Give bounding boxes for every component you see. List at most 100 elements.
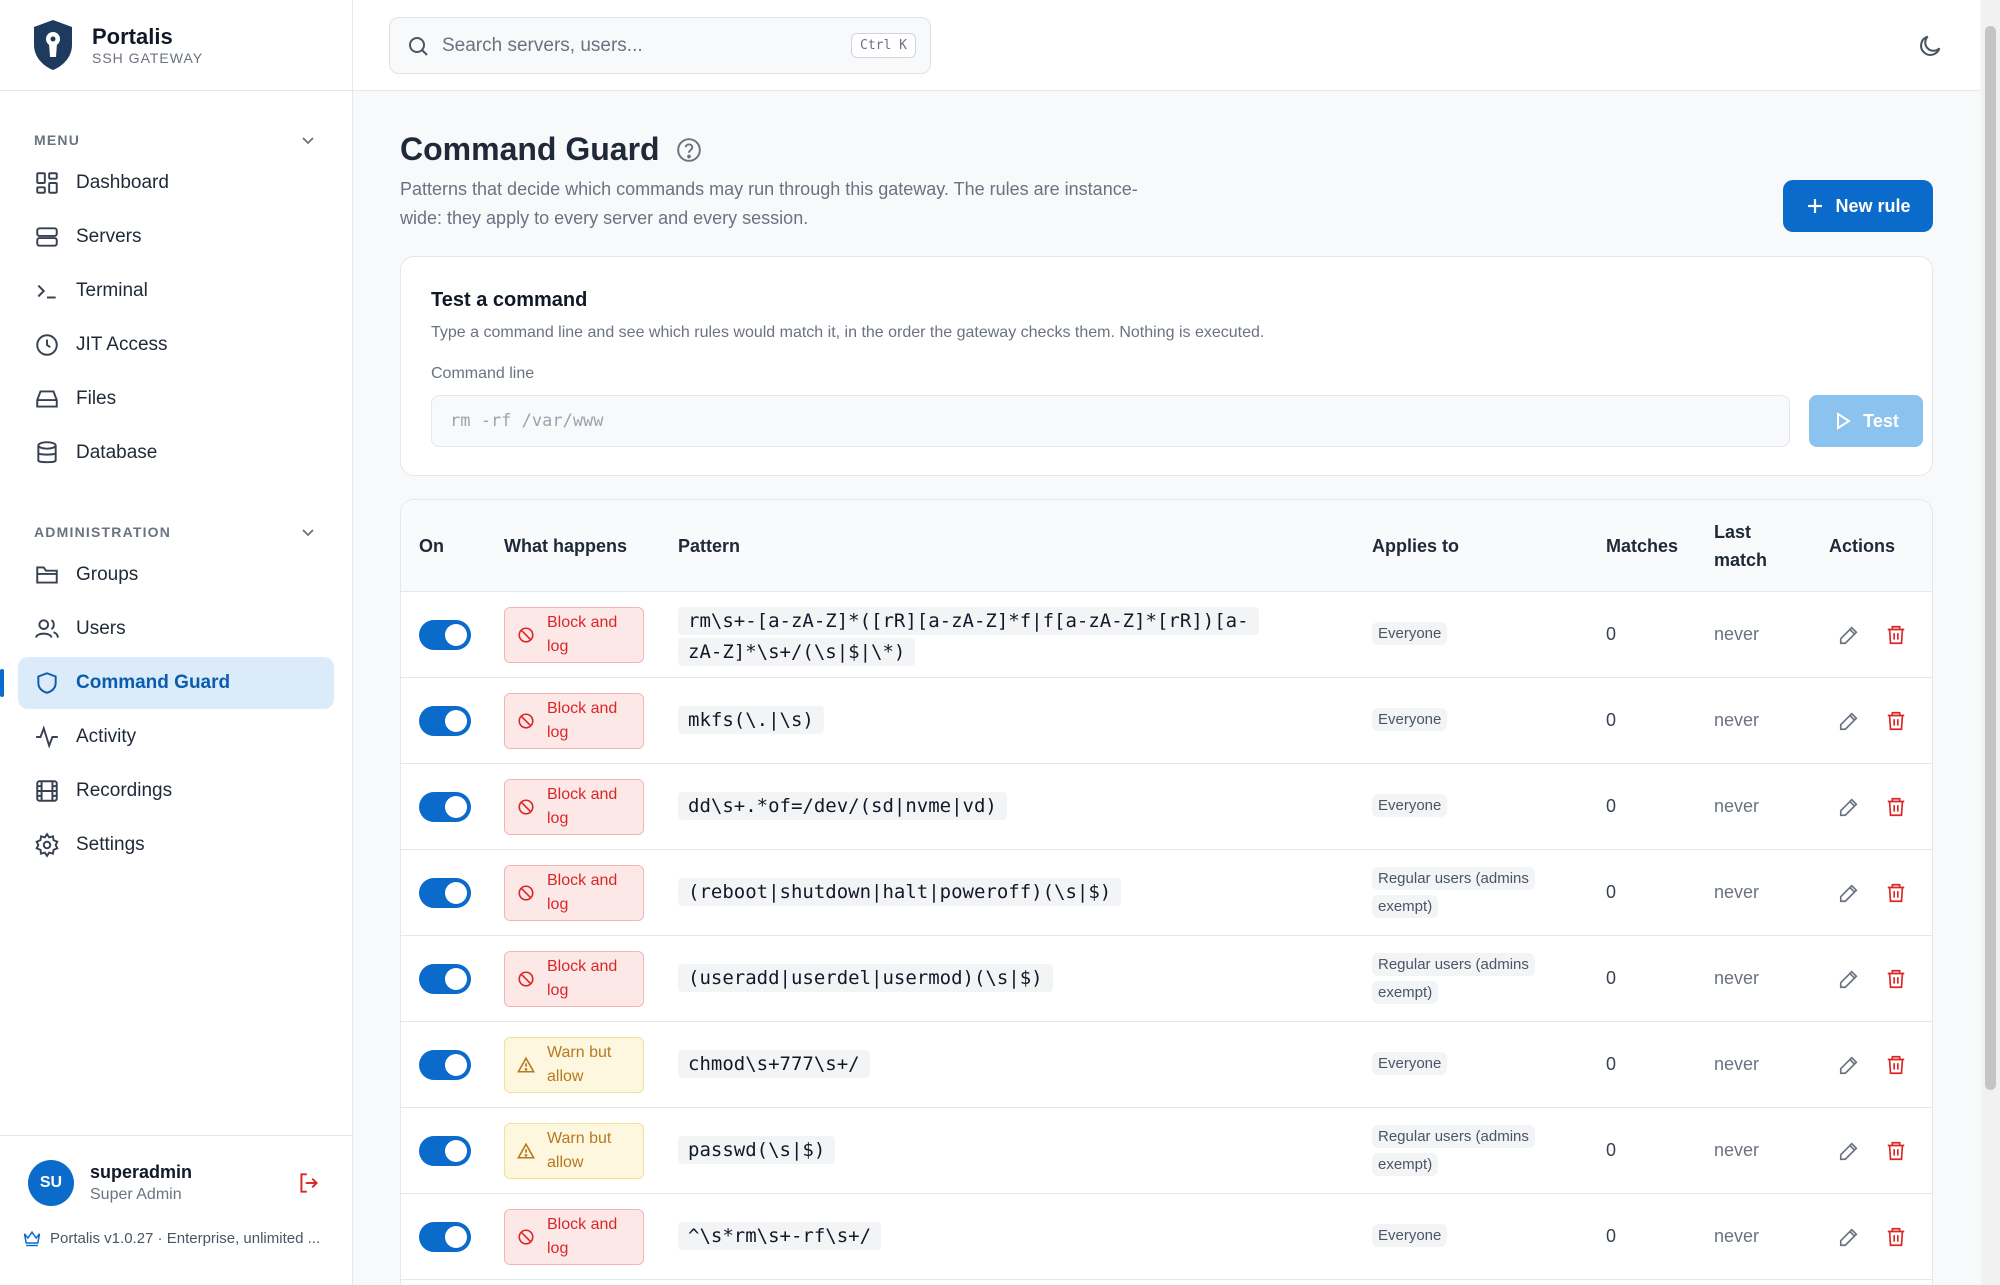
pattern-code: ^\s*rm\s+-rf\s+/: [678, 1222, 882, 1250]
sidebar-item-label: Users: [76, 618, 126, 639]
sidebar-item-jit-access[interactable]: JIT Access: [18, 319, 334, 371]
sidebar-item-servers[interactable]: Servers: [18, 211, 334, 263]
search-input[interactable]: [442, 34, 852, 57]
admin-section-toggle[interactable]: ADMINISTRATION: [0, 517, 352, 547]
trash-icon[interactable]: [1885, 1226, 1907, 1248]
search-shortcut: Ctrl K: [851, 33, 916, 58]
rule-pattern: dd\s+.*of=/dev/(sd|nvme|vd): [678, 791, 1268, 822]
menu-section-toggle[interactable]: MENU: [0, 125, 352, 155]
table-row: Block and log (reboot|shutdown|halt|power…: [401, 850, 1932, 936]
column-header-pattern[interactable]: Pattern: [678, 532, 740, 560]
action-badge: Block and log: [504, 693, 644, 749]
trash-icon[interactable]: [1885, 968, 1907, 990]
pattern-code: (reboot|shutdown|halt|poweroff)(\s|$): [678, 878, 1122, 906]
action-badge: Warn but allow: [504, 1123, 644, 1179]
new-rule-button[interactable]: New rule: [1783, 180, 1933, 232]
rule-enabled-toggle[interactable]: [419, 620, 471, 650]
sidebar-item-settings[interactable]: Settings: [18, 819, 334, 871]
rule-enabled-toggle[interactable]: [419, 1050, 471, 1080]
applies-to-label: Everyone: [1372, 622, 1448, 645]
rule-enabled-toggle[interactable]: [419, 964, 471, 994]
pattern-code: mkfs(\.|\s): [678, 706, 824, 734]
action-badge-label: Block and log: [547, 958, 618, 999]
trash-icon[interactable]: [1885, 1140, 1907, 1162]
test-button[interactable]: Test: [1809, 395, 1923, 447]
test-command-card: Test a command Type a command line and s…: [400, 256, 1933, 476]
sidebar-item-recordings[interactable]: Recordings: [18, 765, 334, 817]
rule-enabled-toggle[interactable]: [419, 1136, 471, 1166]
search-box[interactable]: Ctrl K: [389, 17, 931, 74]
edit-icon[interactable]: [1838, 882, 1860, 904]
match-count: 0: [1606, 1226, 1617, 1246]
trash-icon[interactable]: [1885, 882, 1907, 904]
menu-section-title: MENU: [34, 132, 81, 148]
sidebar-item-dashboard[interactable]: Dashboard: [18, 157, 334, 209]
applies-to-badge: Regular users (admins exempt): [1372, 1123, 1572, 1179]
database-icon: [37, 441, 57, 464]
applies-to-badge: Everyone: [1372, 1222, 1572, 1250]
match-count: 0: [1606, 710, 1617, 730]
brand[interactable]: Portalis SSH GATEWAY: [0, 0, 352, 91]
edit-icon[interactable]: [1838, 1226, 1860, 1248]
action-badge-label: Block and log: [547, 614, 618, 655]
column-header-action[interactable]: What happens: [504, 532, 627, 560]
rule-enabled-toggle[interactable]: [419, 878, 471, 908]
sidebar-item-label: Dashboard: [76, 172, 169, 193]
last-match: never: [1714, 710, 1760, 730]
edit-icon[interactable]: [1838, 968, 1860, 990]
last-match: never: [1714, 796, 1760, 816]
sidebar-item-database[interactable]: Database: [18, 427, 334, 479]
rule-enabled-toggle[interactable]: [419, 1222, 471, 1252]
column-header-last-match[interactable]: Last match: [1714, 518, 1784, 574]
warning-icon: [517, 1056, 535, 1073]
action-badge: Block and log: [504, 607, 644, 663]
rule-enabled-toggle[interactable]: [419, 706, 471, 736]
trash-icon[interactable]: [1885, 710, 1907, 732]
test-command-title: Test a command: [431, 289, 588, 311]
block-icon: [518, 1229, 534, 1245]
sidebar-item-command-guard[interactable]: Command Guard: [0, 657, 334, 709]
admin-nav: Groups Users Command Guard Activity Reco…: [0, 549, 352, 871]
edit-icon[interactable]: [1838, 1140, 1860, 1162]
pattern-code: rm\s+-[a-zA-Z]*([rR][a-zA-Z]*f|f[a-zA-Z]…: [678, 607, 1259, 666]
test-button-label: Test: [1863, 410, 1899, 431]
sidebar-item-users[interactable]: Users: [18, 603, 334, 655]
brand-subtitle: SSH GATEWAY: [92, 50, 204, 66]
trash-icon[interactable]: [1885, 624, 1907, 646]
column-header-matches[interactable]: Matches: [1606, 532, 1678, 560]
action-badge: Block and log: [504, 779, 644, 835]
avatar[interactable]: SU: [28, 1160, 74, 1206]
last-match: never: [1714, 1140, 1760, 1160]
edit-icon[interactable]: [1838, 624, 1860, 646]
help-icon[interactable]: [676, 137, 702, 163]
moon-icon[interactable]: [1916, 32, 1944, 60]
last-match: never: [1714, 1226, 1760, 1246]
edit-icon[interactable]: [1838, 796, 1860, 818]
sidebar-item-terminal[interactable]: Terminal: [18, 265, 334, 317]
scrollbar-thumb[interactable]: [1985, 26, 1996, 1090]
sidebar-item-files[interactable]: Files: [18, 373, 334, 425]
applies-to-badge: Regular users (admins exempt): [1372, 951, 1572, 1007]
sidebar-item-activity[interactable]: Activity: [18, 711, 334, 763]
chevron-down-icon: [302, 137, 314, 145]
action-badge-label: Block and log: [547, 700, 618, 741]
sidebar: Portalis SSH GATEWAY MENU Dashboard Serv…: [0, 0, 353, 1285]
trash-icon[interactable]: [1885, 1054, 1907, 1076]
edit-icon[interactable]: [1838, 710, 1860, 732]
logout-icon[interactable]: [296, 1170, 322, 1196]
scrollbar[interactable]: [1981, 0, 2000, 1285]
action-badge-label: Block and log: [547, 1216, 618, 1257]
edit-icon[interactable]: [1838, 1054, 1860, 1076]
applies-to-label: Regular users (admins exempt): [1372, 953, 1535, 1004]
trash-icon[interactable]: [1885, 796, 1907, 818]
table-row: Block and log dd\s+.*of=/dev/(sd|nvme|vd)…: [401, 764, 1932, 850]
server-icon: [36, 227, 58, 247]
column-header-applies[interactable]: Applies to: [1372, 532, 1459, 560]
command-line-input[interactable]: [431, 395, 1790, 447]
main-content: Command Guard Patterns that decide which…: [353, 91, 1980, 1285]
sidebar-item-groups[interactable]: Groups: [18, 549, 334, 601]
action-badge-label: Warn but allow: [547, 1130, 612, 1171]
column-header-on[interactable]: On: [419, 532, 444, 560]
applies-to-label: Everyone: [1372, 708, 1448, 731]
rule-enabled-toggle[interactable]: [419, 792, 471, 822]
